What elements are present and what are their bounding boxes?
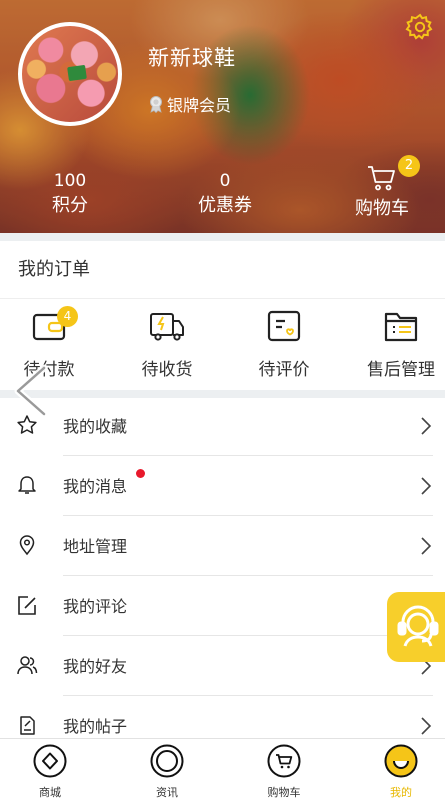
- back-chevron-icon[interactable]: [6, 364, 50, 418]
- menu-label: 我的好友: [63, 657, 128, 676]
- chevron-right-icon: [421, 537, 432, 555]
- friends-icon: [17, 656, 38, 675]
- pending-payment-badge: 4: [57, 306, 78, 327]
- menu-item-comments[interactable]: 我的评论: [0, 576, 445, 636]
- divider: [0, 298, 445, 299]
- menu-item-favorites[interactable]: 我的收藏: [0, 396, 445, 456]
- after-sales-folder-icon: [384, 312, 418, 342]
- chevron-right-icon: [421, 477, 432, 495]
- news-circle-icon: [150, 744, 184, 778]
- nav-label: 购物车: [267, 786, 301, 799]
- nav-label: 商城: [39, 786, 61, 799]
- coupons-value: 0: [219, 171, 231, 191]
- nav-tab-cart[interactable]: 购物车: [244, 744, 324, 800]
- chevron-right-icon: [421, 417, 432, 435]
- cart-icon: [267, 744, 301, 778]
- header-cart-button[interactable]: 2 购物车: [330, 155, 434, 220]
- order-pending-review[interactable]: 待评价: [229, 308, 339, 380]
- nav-label: 我的: [390, 786, 412, 799]
- gear-icon[interactable]: [405, 12, 435, 42]
- customer-service-button[interactable]: [387, 592, 445, 662]
- edit-icon: [18, 596, 36, 615]
- menu-item-address[interactable]: 地址管理: [0, 516, 445, 576]
- points-stat[interactable]: 100 积分: [10, 170, 130, 219]
- review-icon: [267, 310, 301, 342]
- menu-label: 我的收藏: [63, 417, 128, 436]
- points-value: 100: [53, 171, 87, 191]
- orders-title: 我的订单: [18, 259, 90, 280]
- post-icon: [20, 716, 35, 735]
- bell-icon: [18, 476, 36, 494]
- menu-item-messages[interactable]: 我的消息: [0, 456, 445, 516]
- nav-tab-mall[interactable]: 商城: [10, 744, 90, 800]
- coupons-label: 优惠券: [198, 195, 252, 216]
- menu-label: 我的帖子: [63, 717, 128, 736]
- order-label: 售后管理: [367, 360, 435, 380]
- order-label: 待评价: [258, 360, 310, 380]
- order-label: 待收货: [141, 360, 193, 380]
- profile-header: 新新球鞋 银牌会员 100 积分 0 优惠券 2 购物车: [0, 0, 445, 233]
- cart-icon: [368, 166, 395, 191]
- unread-dot: [136, 469, 145, 478]
- order-pending-receipt[interactable]: 待收货: [112, 308, 222, 380]
- nav-label: 资讯: [156, 786, 178, 799]
- cart-label: 购物车: [355, 198, 409, 219]
- cart-count-badge: 2: [398, 155, 420, 177]
- section-divider: [0, 233, 445, 241]
- username: 新新球鞋: [148, 46, 236, 70]
- coupons-stat[interactable]: 0 优惠券: [165, 170, 285, 219]
- nav-tab-mine[interactable]: 我的: [361, 744, 441, 800]
- member-level-text: 银牌会员: [167, 96, 232, 115]
- chevron-right-icon: [421, 717, 432, 735]
- menu-label: 地址管理: [63, 537, 128, 556]
- menu-item-friends[interactable]: 我的好友: [0, 636, 445, 696]
- menu-label: 我的消息: [63, 477, 128, 496]
- delivery-truck-icon: [150, 313, 184, 341]
- profile-face-icon: [384, 744, 418, 778]
- avatar-label-sticker: [67, 64, 87, 82]
- avatar[interactable]: [18, 22, 122, 126]
- bottom-nav: 商城 资讯 购物车 我的: [0, 738, 445, 801]
- menu-label: 我的评论: [63, 597, 128, 616]
- diamond-shop-icon: [33, 744, 67, 778]
- member-level: 银牌会员: [148, 92, 231, 116]
- nav-tab-news[interactable]: 资讯: [127, 744, 207, 800]
- points-label: 积分: [52, 195, 88, 216]
- location-pin-icon: [19, 535, 35, 556]
- headset-agent-icon: [397, 605, 439, 647]
- order-after-sales[interactable]: 售后管理: [346, 308, 445, 380]
- medal-icon: [150, 96, 162, 113]
